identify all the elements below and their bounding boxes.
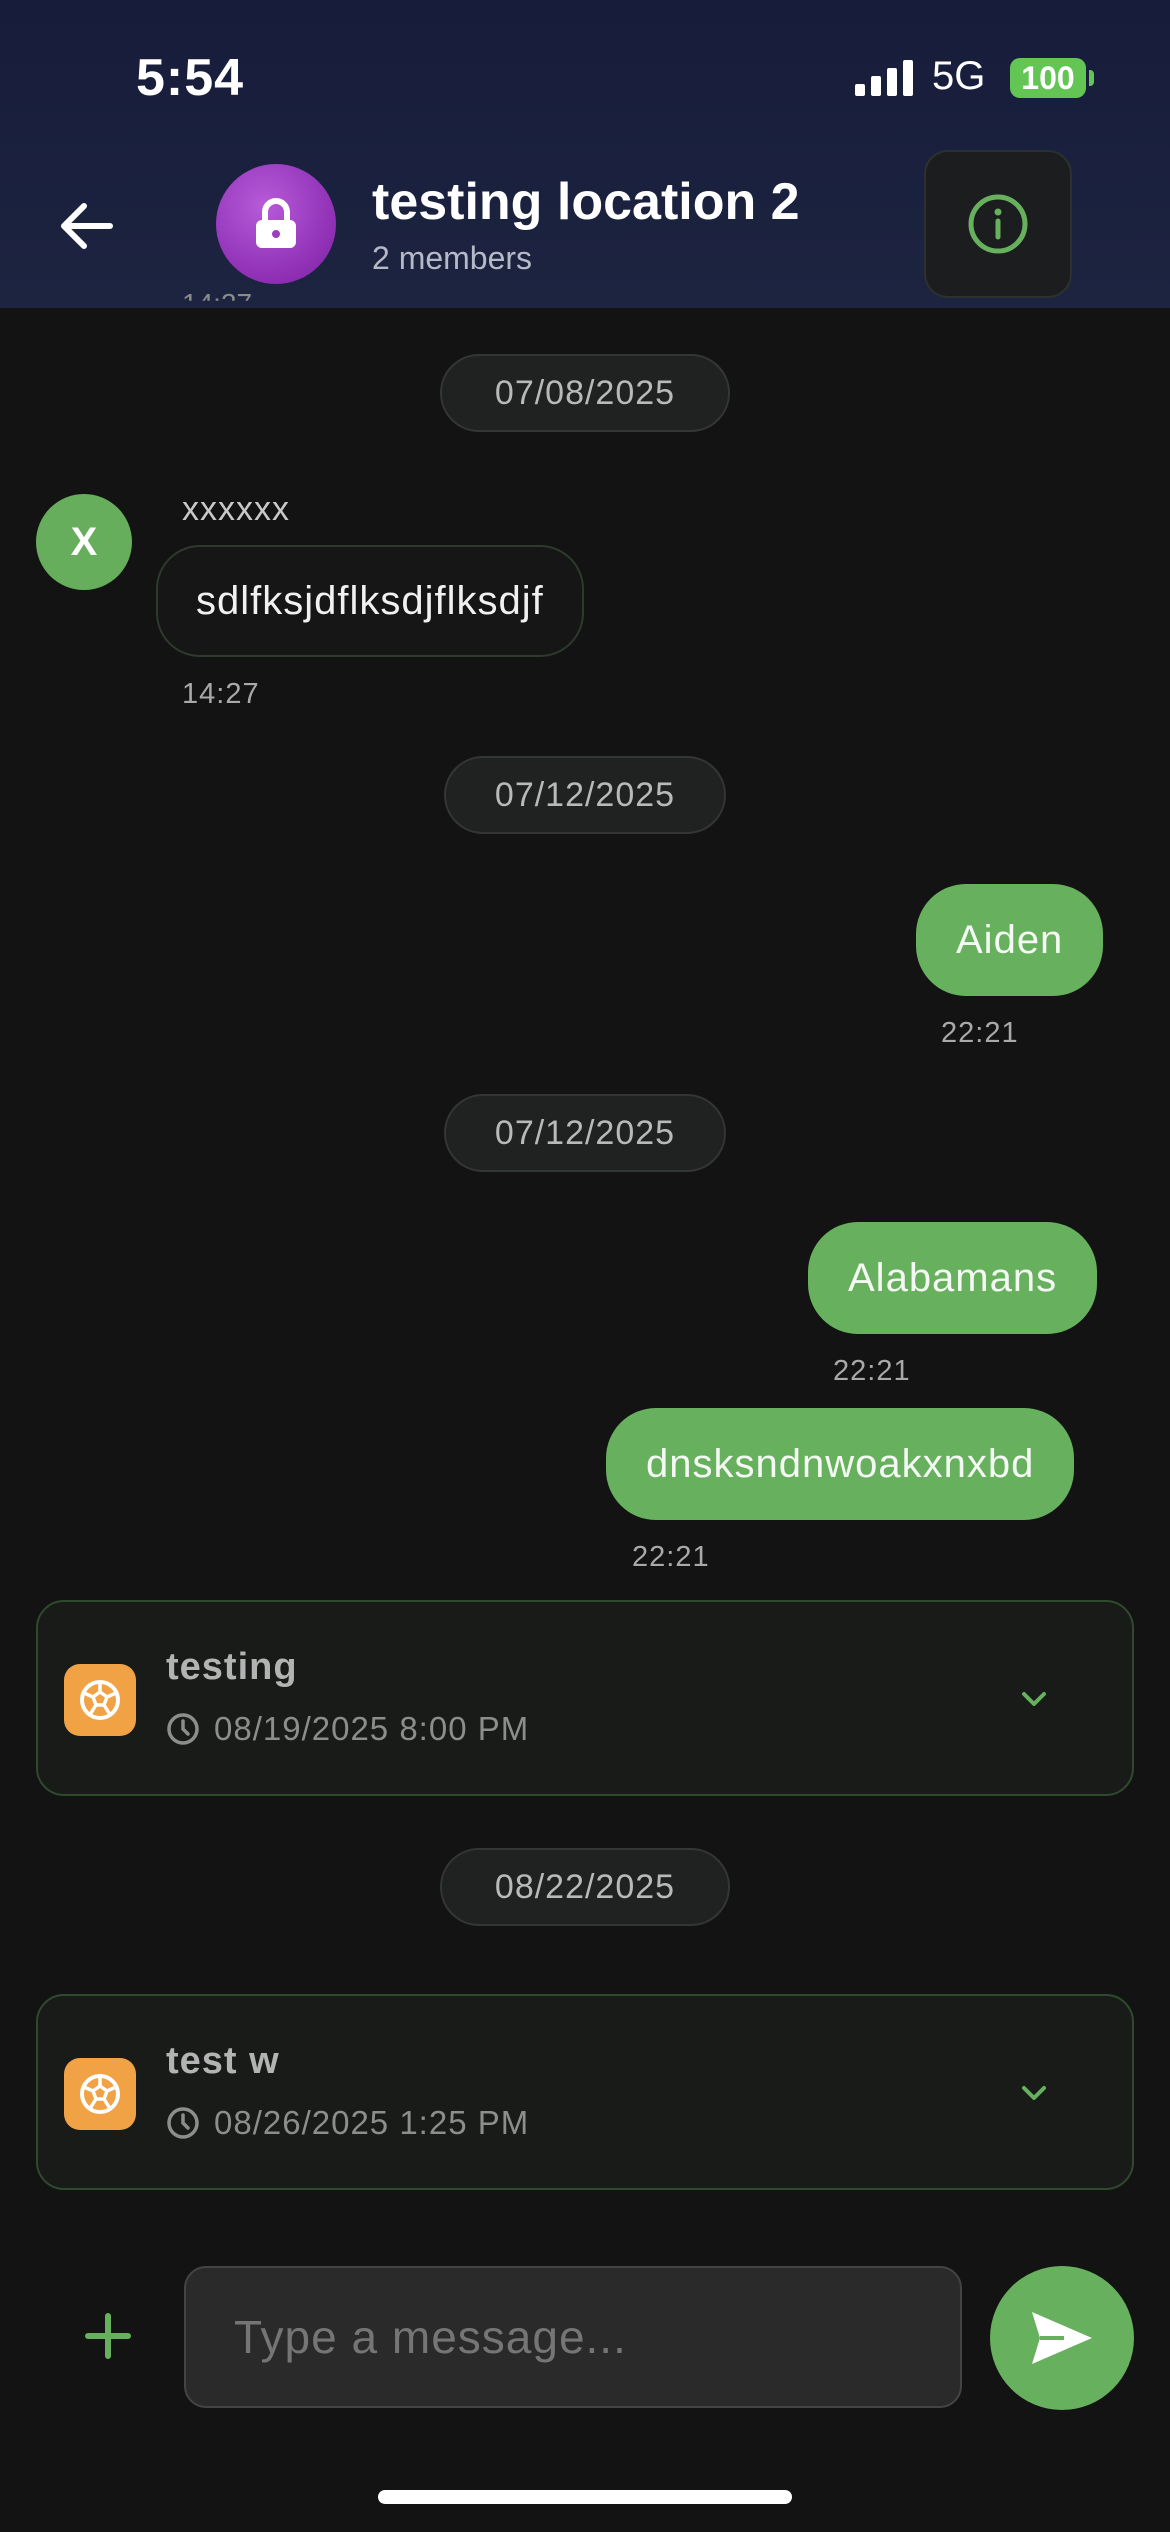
date-separator: 07/12/2025: [444, 1094, 726, 1172]
clock-icon: [167, 2107, 199, 2139]
member-count: 2 members: [372, 240, 533, 276]
chevron-down-icon[interactable]: [1016, 2078, 1052, 2108]
event-title: test w: [166, 2040, 280, 2082]
event-card[interactable]: test w 08/26/2025 1:25 PM: [36, 1994, 1134, 2190]
plus-icon: [85, 2313, 131, 2359]
battery-level: 100: [1010, 58, 1086, 98]
soccer-ball-icon: [64, 1664, 136, 1736]
network-label: 5G: [932, 54, 986, 98]
arrow-left-icon: [61, 203, 113, 249]
battery-nub: [1089, 70, 1094, 86]
event-datetime: 08/19/2025 8:00 PM: [214, 1710, 530, 1747]
chat-title[interactable]: testing location 2: [372, 172, 800, 232]
info-button[interactable]: [924, 150, 1072, 298]
info-circle-icon: [968, 194, 1028, 254]
status-time: 5:54: [136, 49, 245, 107]
outgoing-message[interactable]: dnsksndnwoakxnxbd: [606, 1408, 1075, 1520]
back-button[interactable]: [48, 188, 124, 264]
message-input[interactable]: [184, 2266, 962, 2408]
outgoing-message[interactable]: Aiden: [916, 884, 1104, 996]
chat-header: 5:54 5G 100 testing location 2 2 members: [0, 0, 1170, 308]
event-datetime-row: 08/26/2025 1:25 PM: [166, 2104, 529, 2142]
event-datetime-row: 08/19/2025 8:00 PM: [166, 1710, 529, 1748]
send-button[interactable]: [990, 2266, 1134, 2410]
send-icon: [1032, 2312, 1092, 2364]
date-separator: 08/22/2025: [440, 1848, 730, 1926]
lock-icon: [256, 198, 296, 248]
event-title: testing: [166, 1646, 298, 1688]
date-separator: 07/12/2025: [444, 756, 726, 834]
chevron-down-icon[interactable]: [1016, 1684, 1052, 1714]
soccer-ball-icon: [64, 2058, 136, 2130]
group-avatar[interactable]: [216, 164, 336, 284]
message-time: 14:27: [182, 678, 260, 710]
sender-avatar[interactable]: X: [36, 494, 132, 590]
message-time: 22:21: [833, 1355, 911, 1387]
event-card[interactable]: testing 08/19/2025 8:00 PM: [36, 1600, 1134, 1796]
event-datetime: 08/26/2025 1:25 PM: [214, 2104, 530, 2141]
date-separator: 07/08/2025: [440, 354, 730, 432]
attach-button[interactable]: [72, 2300, 144, 2372]
signal-icon: [855, 60, 913, 96]
message-time: 22:21: [632, 1541, 710, 1573]
clock-icon: [167, 1713, 199, 1745]
sender-name: xxxxxx: [182, 490, 290, 528]
message-time: 22:21: [941, 1017, 1019, 1049]
incoming-message[interactable]: sdlfksjdflksdjflksdjf: [156, 545, 584, 657]
home-indicator: [378, 2490, 792, 2504]
outgoing-message[interactable]: Alabamans: [808, 1222, 1098, 1334]
